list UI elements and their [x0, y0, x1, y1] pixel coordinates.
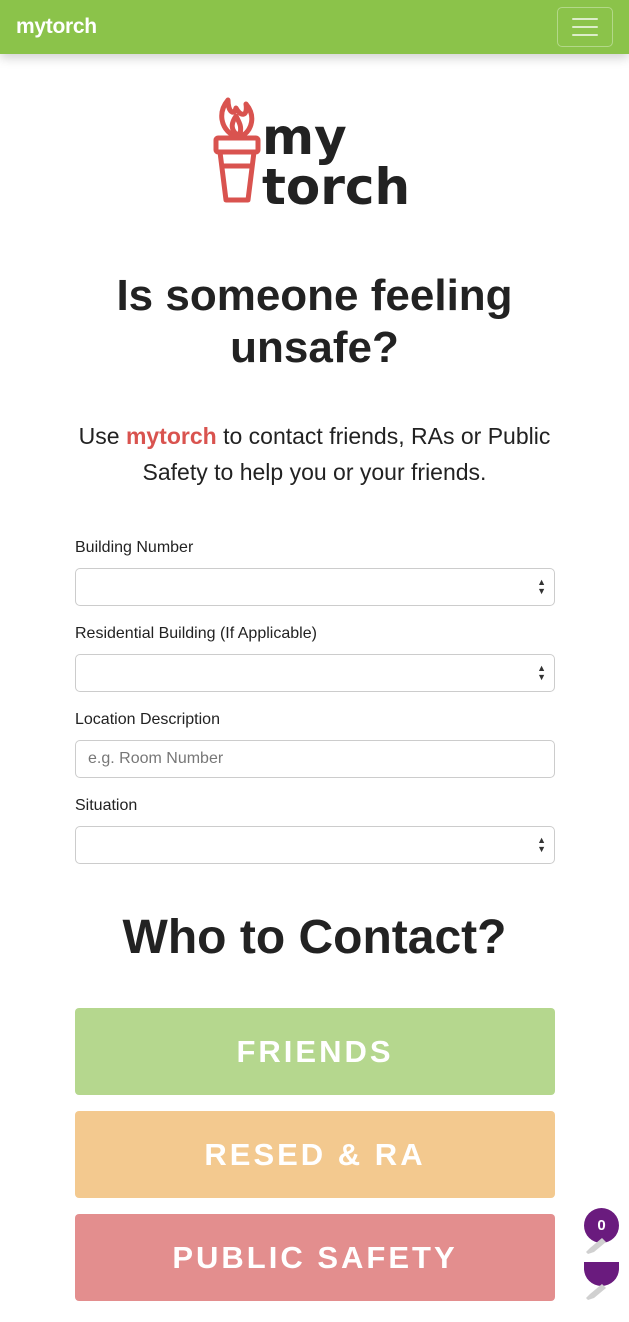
building-number-select[interactable]: ▲ ▼ [75, 568, 555, 606]
who-to-contact-heading: Who to Contact? [122, 911, 507, 964]
hamburger-line [572, 18, 598, 20]
navbar: mytorch [0, 0, 629, 54]
hamburger-line [572, 26, 598, 28]
situation-label: Situation [75, 797, 138, 814]
select-arrows-icon: ▲ ▼ [537, 577, 546, 596]
select-arrows-icon: ▲ ▼ [537, 835, 546, 854]
page-headline: Is someone feeling unsafe? [116, 271, 513, 372]
contact-resed-ra-button[interactable]: RESED & RA [75, 1111, 555, 1198]
residential-building-select[interactable]: ▲ ▼ [75, 654, 555, 692]
pencil-icon[interactable] [584, 1282, 610, 1302]
pencil-icon[interactable] [584, 1236, 610, 1256]
residential-building-label: Residential Building (If Applicable) [75, 625, 317, 642]
building-number-label: Building Number [75, 539, 194, 556]
location-description-field[interactable] [75, 740, 555, 778]
brand-link[interactable]: mytorch [16, 15, 97, 39]
intro-prefix: Use [78, 423, 126, 449]
intro-text: Use mytorch to contact friends, RAs or P… [60, 418, 569, 490]
hamburger-line [572, 34, 598, 36]
select-arrows-icon: ▲ ▼ [537, 663, 546, 682]
incident-form: Building Number ▲ ▼ Residential Building … [75, 536, 555, 880]
logo-word-torch: torch [262, 158, 410, 210]
mytorch-logo: my torch [213, 97, 410, 210]
location-description-label: Location Description [75, 711, 220, 728]
situation-select[interactable]: ▲ ▼ [75, 826, 555, 864]
menu-toggle-button[interactable] [557, 7, 613, 47]
intro-brand-accent: mytorch [125, 423, 217, 449]
contact-friends-button[interactable]: FRIENDS [75, 1008, 555, 1095]
torch-icon [213, 97, 261, 203]
contact-public-safety-button[interactable]: PUBLIC SAFETY [75, 1214, 555, 1301]
location-description-input[interactable] [76, 741, 554, 777]
